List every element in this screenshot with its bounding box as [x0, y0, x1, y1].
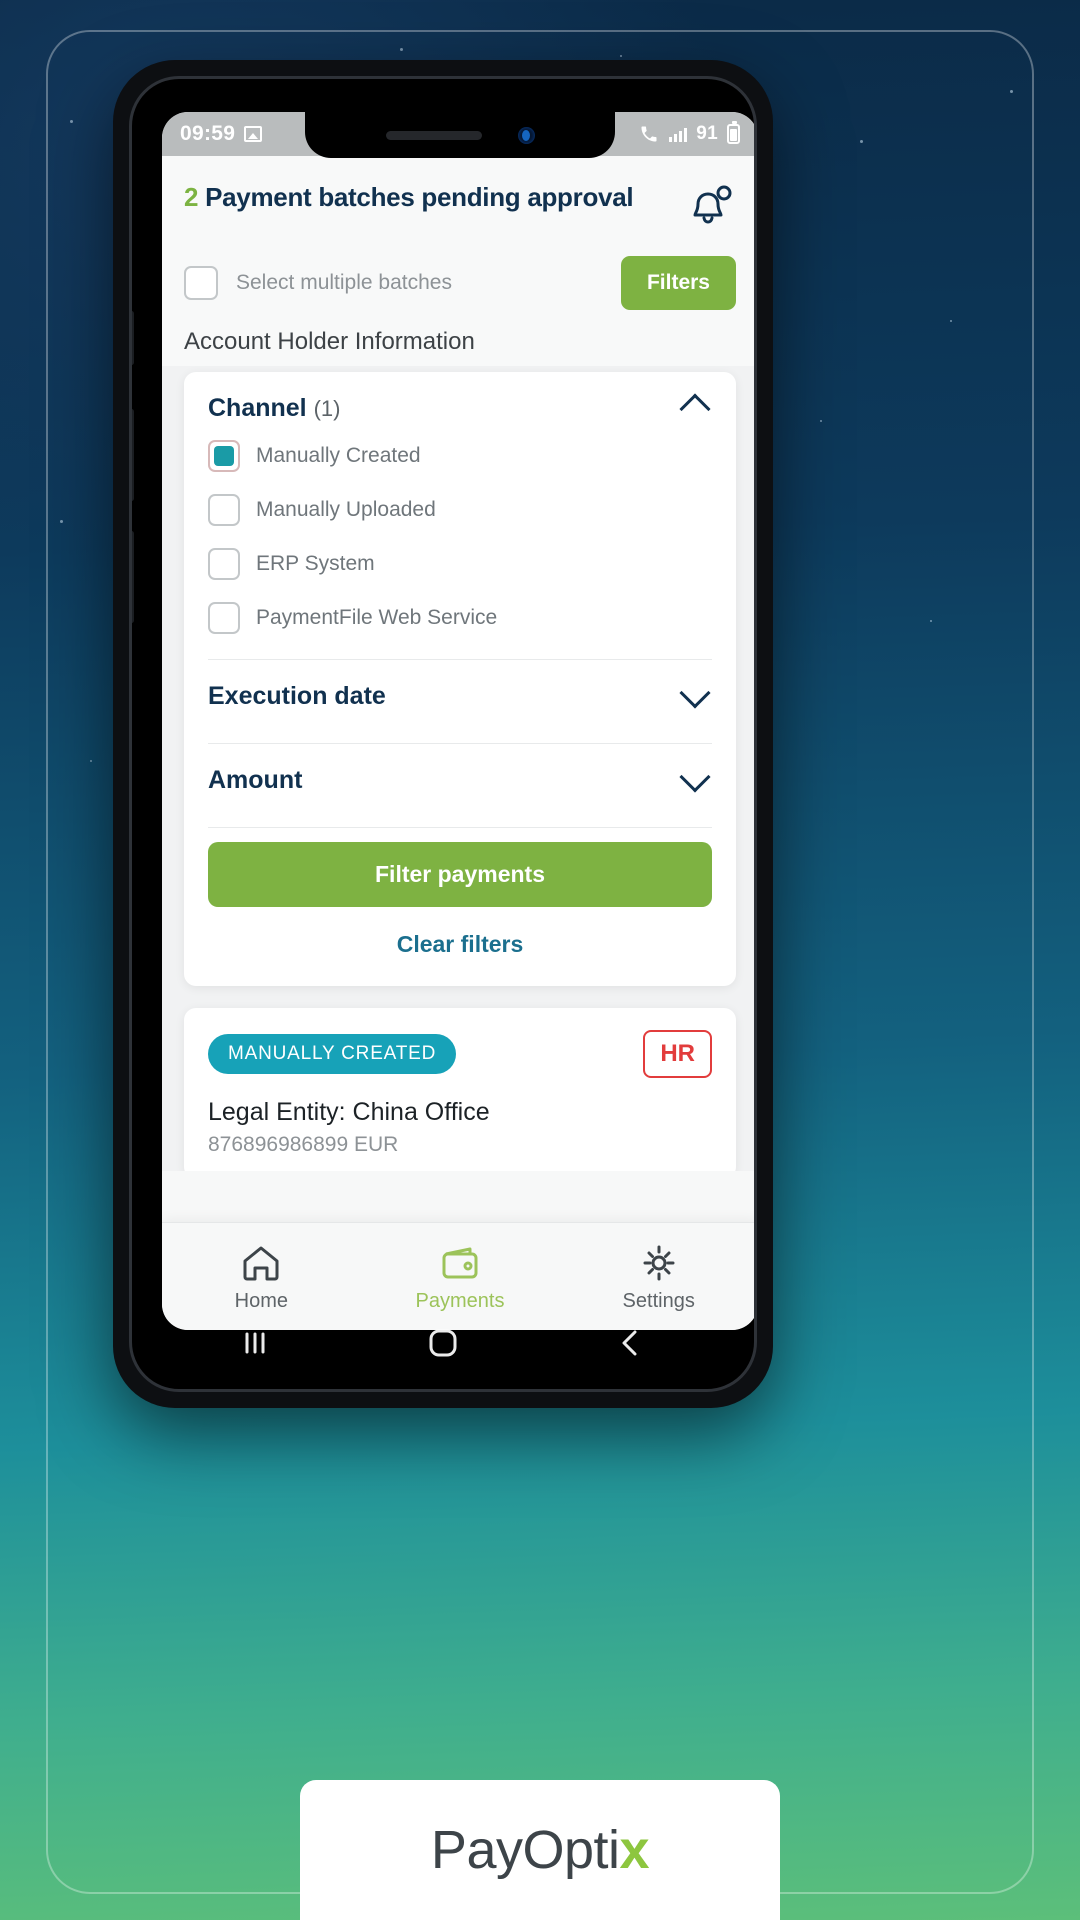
phone-device: 09:59 91 2 Payment batches pending appro… [113, 60, 773, 1408]
divider [208, 827, 712, 828]
brand-logo-card: PayOptix [300, 1780, 780, 1920]
channel-option-label: ERP System [256, 552, 375, 575]
filter-payments-button[interactable]: Filter payments [208, 842, 712, 907]
amount-accordion[interactable]: Amount [208, 744, 712, 813]
channel-count: (1) [313, 396, 341, 421]
channel-option-2[interactable]: ERP System [208, 537, 712, 591]
notification-bell-button[interactable] [684, 182, 736, 234]
signal-bars-icon [669, 126, 688, 142]
notification-bell-icon [693, 185, 732, 224]
channel-option-label: PaymentFile Web Service [256, 606, 498, 629]
status-bar-left: 09:59 [180, 122, 263, 146]
front-camera [517, 126, 535, 144]
channel-option-3[interactable]: PaymentFile Web Service [208, 591, 712, 645]
execution-date-accordion[interactable]: Execution date [208, 660, 712, 729]
home-icon [243, 1246, 279, 1280]
section-heading: Account Holder Information [162, 314, 754, 366]
gear-icon [643, 1245, 675, 1280]
app-header: 2 Payment batches pending approval [162, 156, 754, 244]
checkbox-paymentfile-web-service[interactable] [208, 602, 240, 634]
wallet-icon [442, 1247, 478, 1278]
channel-option-label: Manually Created [256, 444, 421, 467]
earpiece-speaker [385, 130, 482, 140]
chevron-down-icon [679, 760, 711, 793]
page-title-text: Payment batches pending approval [205, 182, 634, 212]
checkbox-manually-uploaded[interactable] [208, 494, 240, 526]
batch-entity: Legal Entity: China Office [208, 1098, 490, 1126]
filters-button[interactable]: Filters [620, 256, 736, 310]
amount-label: Amount [208, 766, 303, 794]
batch-amount: 876896986899 EUR [208, 1133, 399, 1156]
hr-badge: HR [643, 1030, 712, 1078]
battery-icon [727, 121, 740, 144]
brand-name-accent: x [619, 1820, 650, 1880]
android-navigation-bar [162, 1297, 724, 1389]
select-multiple-checkbox[interactable] [184, 266, 218, 300]
channel-title-text: Channel [208, 394, 307, 422]
checkbox-manually-created[interactable] [208, 440, 240, 472]
channel-option-label: Manually Uploaded [256, 498, 436, 521]
payment-batch-card[interactable]: MANUALLY CREATED HR Legal Entity: China … [184, 1008, 736, 1171]
channel-accordion-header[interactable]: Channel (1) [208, 392, 712, 429]
checkbox-erp-system[interactable] [208, 548, 240, 580]
phone-bezel: 09:59 91 2 Payment batches pending appro… [129, 76, 757, 1392]
select-multiple-label: Select multiple batches [236, 271, 452, 294]
channel-label: Channel (1) [208, 394, 340, 423]
home-circle-icon[interactable] [419, 1319, 467, 1367]
execution-date-label: Execution date [208, 682, 386, 710]
phone-call-icon [641, 126, 657, 142]
chevron-down-icon [679, 676, 711, 709]
image-icon [244, 126, 263, 142]
status-bar-right: 91 [638, 121, 740, 145]
batch-card-header: MANUALLY CREATED HR [208, 1030, 712, 1078]
filter-panel-card: Channel (1) Manually Created Manually Up… [184, 372, 736, 986]
channel-option-1[interactable]: Manually Uploaded [208, 483, 712, 537]
scroll-content[interactable]: Channel (1) Manually Created Manually Up… [162, 366, 754, 1171]
page-title: 2 Payment batches pending approval [184, 182, 634, 213]
clear-filters-link[interactable]: Clear filters [208, 907, 712, 960]
recents-icon[interactable] [233, 1321, 277, 1365]
brand-name: PayOptix [430, 1819, 650, 1881]
device-notch [305, 112, 615, 158]
select-batches-row: Select multiple batches Filters [162, 244, 754, 314]
volume-up-button[interactable] [132, 409, 134, 501]
signal-value: 91 [696, 123, 718, 144]
phone-screen: 09:59 91 2 Payment batches pending appro… [162, 112, 754, 1330]
channel-option-0[interactable]: Manually Created [208, 429, 712, 483]
select-batches-control[interactable]: Select multiple batches [184, 266, 452, 300]
pending-count: 2 [184, 182, 199, 212]
chevron-up-icon [679, 392, 711, 425]
status-badge: MANUALLY CREATED [208, 1034, 457, 1074]
mute-switch[interactable] [132, 311, 134, 365]
back-chevron-icon[interactable] [609, 1321, 653, 1365]
status-time: 09:59 [180, 122, 236, 145]
brand-name-part1: PayOpti [430, 1820, 620, 1880]
volume-down-button[interactable] [132, 531, 134, 623]
